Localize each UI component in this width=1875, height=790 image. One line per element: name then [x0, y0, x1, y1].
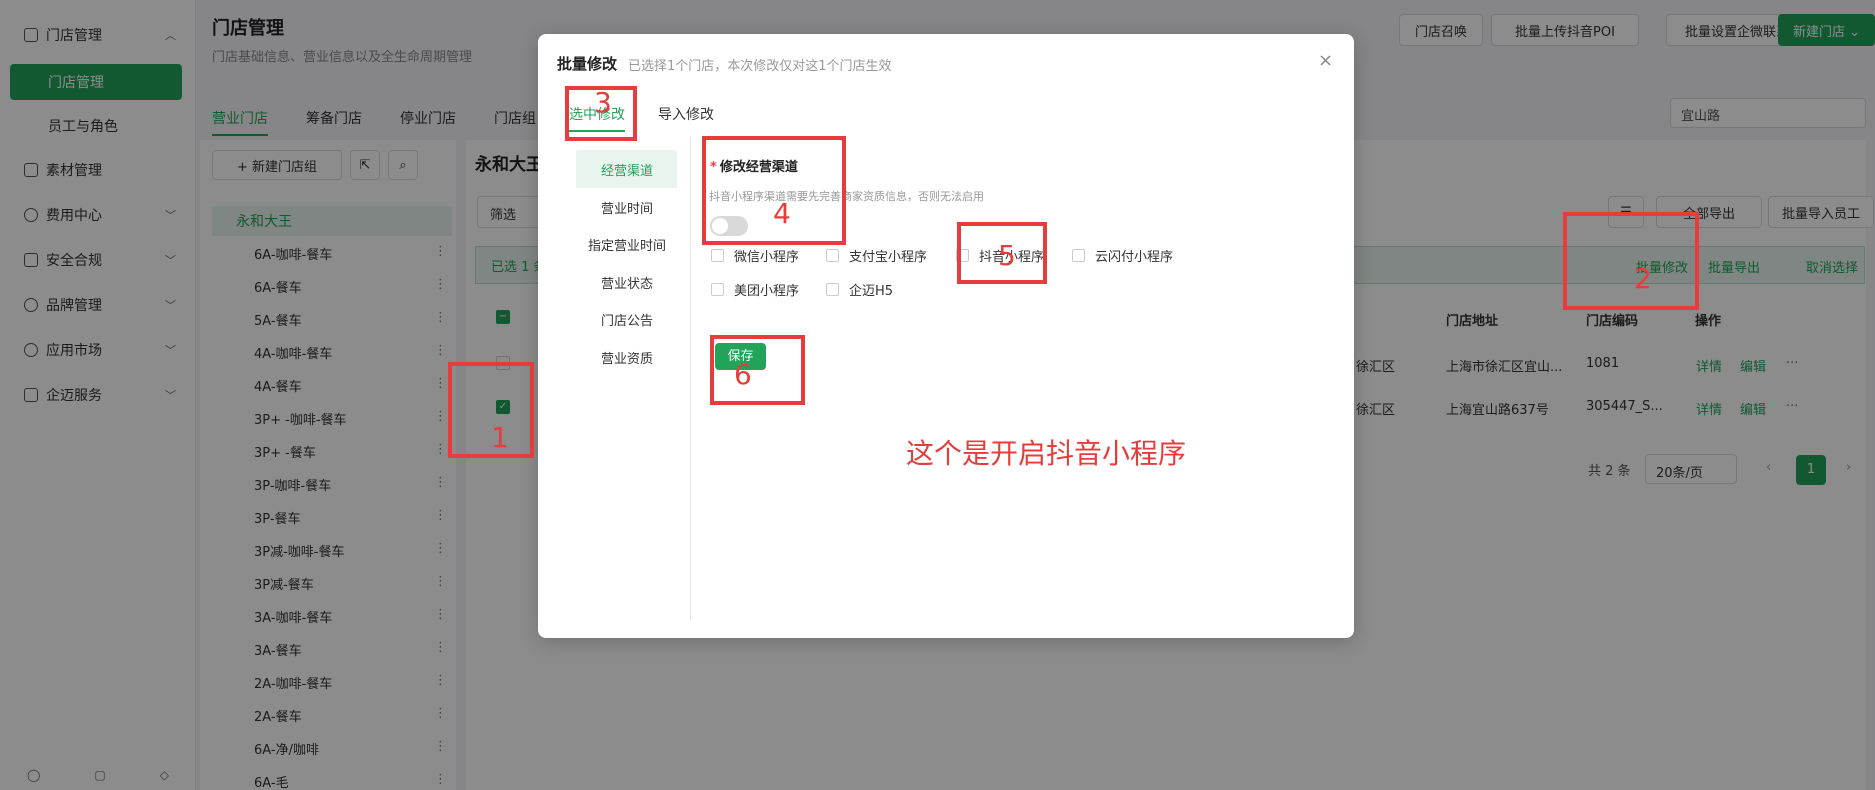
- modal-nav-qualification[interactable]: 营业资质: [567, 348, 687, 367]
- modal-nav-specified-hours[interactable]: 指定营业时间: [567, 235, 687, 254]
- checkbox[interactable]: [711, 249, 724, 262]
- annotation-number-1: 1: [491, 421, 509, 454]
- modal-title: 批量修改: [557, 55, 618, 73]
- checkbox[interactable]: [1072, 249, 1085, 262]
- tab-import-edit[interactable]: 导入修改: [658, 104, 714, 124]
- option-unionpay-miniprogram[interactable]: 云闪付小程序: [1072, 246, 1173, 265]
- modal-nav-status[interactable]: 营业状态: [567, 273, 687, 292]
- annotation-number-6: 6: [734, 358, 752, 391]
- annotation-number-5: 5: [998, 239, 1016, 272]
- option-alipay-miniprogram[interactable]: 支付宝小程序: [826, 246, 927, 265]
- checkbox[interactable]: [711, 283, 724, 296]
- modal-divider: [690, 136, 691, 620]
- modal-subtitle: 已选择1个门店，本次修改仅对这1个门店生效: [628, 59, 892, 74]
- option-qimai-h5[interactable]: 企迈H5: [826, 280, 893, 299]
- checkbox[interactable]: [826, 283, 839, 296]
- option-wechat-miniprogram[interactable]: 微信小程序: [711, 246, 799, 265]
- annotation-note: 这个是开启抖音小程序: [906, 437, 1187, 470]
- close-icon[interactable]: ×: [1318, 50, 1333, 71]
- modal-nav-channels[interactable]: 经营渠道: [567, 160, 687, 179]
- annotation-number-2: 2: [1634, 262, 1652, 295]
- checkbox[interactable]: [826, 249, 839, 262]
- batch-edit-modal: [538, 34, 1354, 638]
- modal-nav-notice[interactable]: 门店公告: [567, 310, 687, 329]
- modal-nav-hours[interactable]: 营业时间: [567, 198, 687, 217]
- annotation-number-3: 3: [594, 86, 612, 119]
- annotation-box-6: [710, 335, 805, 405]
- annotation-number-4: 4: [773, 197, 791, 230]
- annotation-box-2: [1563, 212, 1699, 310]
- option-meituan-miniprogram[interactable]: 美团小程序: [711, 280, 799, 299]
